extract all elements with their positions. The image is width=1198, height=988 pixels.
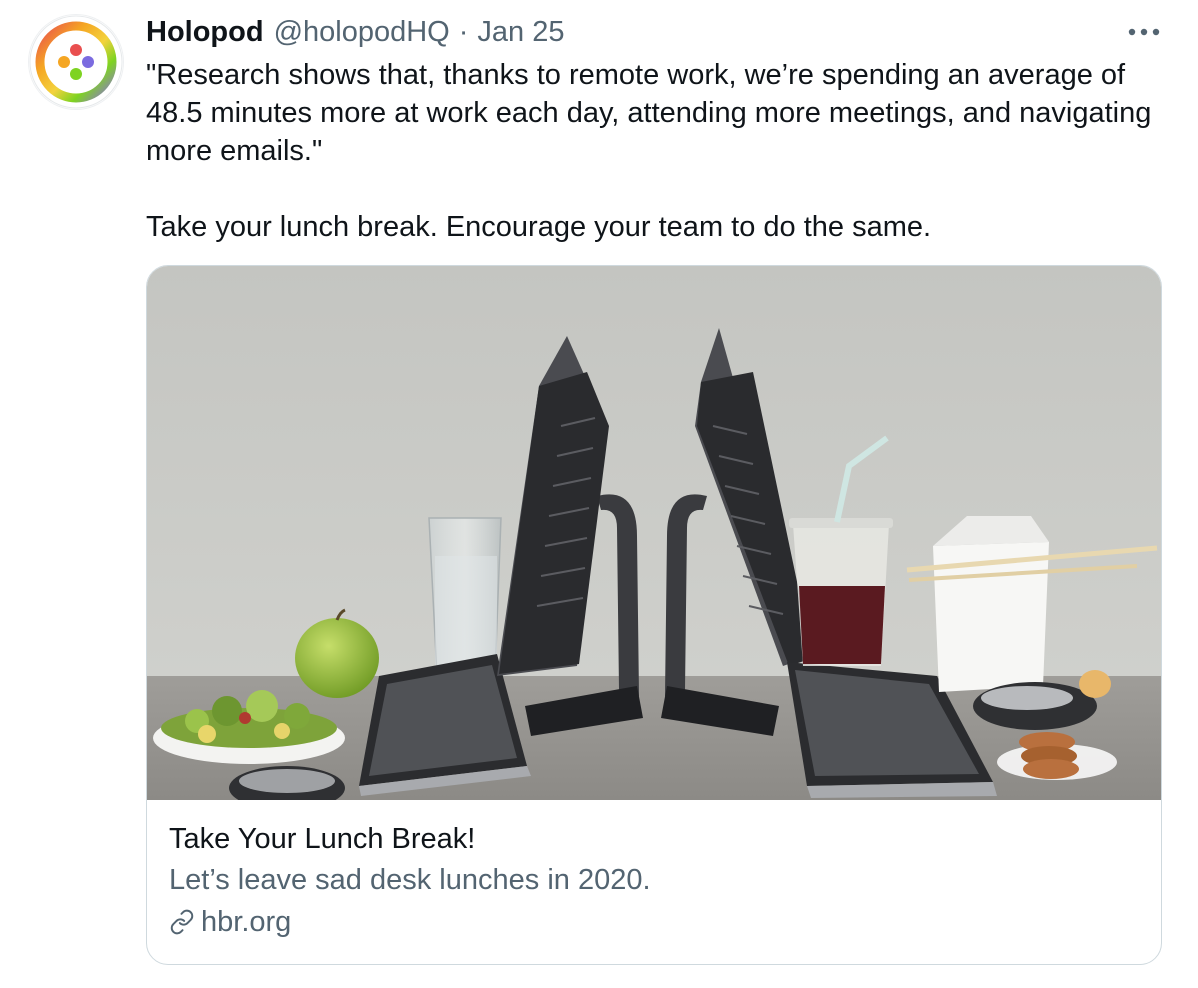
- holopod-logo-icon: [29, 15, 123, 109]
- link-icon: [169, 909, 195, 935]
- tweet-date[interactable]: Jan 25: [477, 16, 564, 49]
- card-domain-text: hbr.org: [201, 906, 292, 938]
- author-name[interactable]: Holopod: [146, 16, 264, 49]
- card-image[interactable]: [147, 266, 1161, 810]
- header-separator: ·: [458, 15, 469, 48]
- card-domain[interactable]: hbr.org: [169, 901, 1141, 943]
- link-card[interactable]: Take Your Lunch Break! Let’s leave sad d…: [146, 265, 1162, 965]
- tweet-text: "Research shows that, thanks to remote w…: [146, 56, 1176, 246]
- card-title[interactable]: Take Your Lunch Break!: [169, 819, 1141, 859]
- desk-lunch-photo: [147, 266, 1161, 810]
- avatar[interactable]: [28, 14, 124, 110]
- tweet: Holopod @holopodHQ · Jan 25 "Research sh…: [0, 0, 1198, 988]
- tweet-header: Holopod @holopodHQ · Jan 25: [146, 14, 564, 50]
- card-description: Let’s leave sad desk lunches in 2020.: [169, 864, 651, 896]
- more-button[interactable]: [1124, 18, 1164, 46]
- card-body: Take Your Lunch Break! Let’s leave sad d…: [169, 819, 1141, 943]
- author-handle[interactable]: @holopodHQ: [274, 16, 450, 49]
- tweet-text-message: Take your lunch break. Encourage your te…: [146, 211, 932, 243]
- more-horizontal-icon: [1128, 28, 1160, 36]
- tweet-text-quote: "Research shows that, thanks to remote w…: [146, 59, 1152, 167]
